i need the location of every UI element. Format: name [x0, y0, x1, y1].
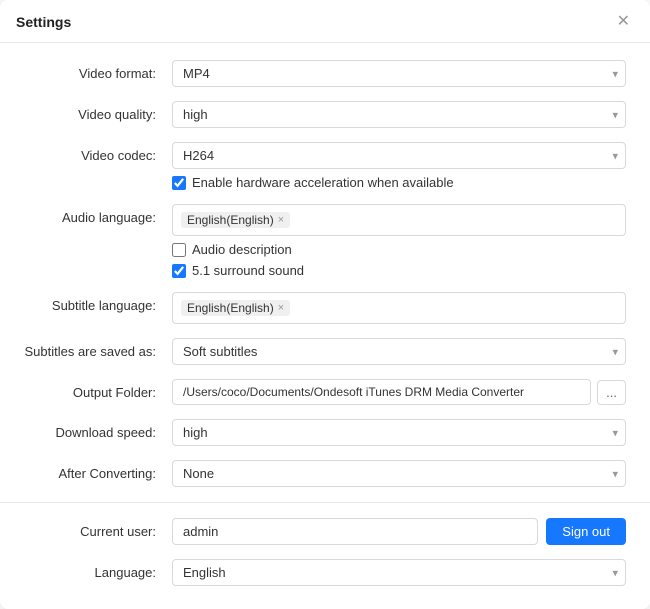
subtitles-saved-as-select[interactable]: Soft subtitles Hard subtitles None [172, 338, 626, 365]
download-speed-select-wrapper: high medium low ▾ [172, 419, 626, 446]
current-user-label: Current user: [24, 518, 172, 539]
video-format-row: Video format: MP4 MKV AVI MOV ▾ [0, 53, 650, 94]
download-speed-row: Download speed: high medium low ▾ [0, 412, 650, 453]
audio-language-control: English(English) × Audio description 5.1… [172, 204, 626, 278]
audio-language-tag-input[interactable]: English(English) × [172, 204, 626, 236]
subtitle-language-tag: English(English) × [181, 300, 290, 316]
video-quality-control: high medium low ▾ [172, 101, 626, 128]
subtitle-language-row: Subtitle language: English(English) × [0, 285, 650, 331]
after-converting-select[interactable]: None Open folder Shut down [172, 460, 626, 487]
video-codec-label: Video codec: [24, 142, 172, 163]
video-codec-control: H264 H265 AV1 ▾ Enable hardware accelera… [172, 142, 626, 190]
settings-window: Settings ✕ Video format: MP4 MKV AVI MOV… [0, 0, 650, 609]
audio-description-label[interactable]: Audio description [192, 242, 292, 257]
after-converting-select-wrapper: None Open folder Shut down ▾ [172, 460, 626, 487]
video-format-label: Video format: [24, 60, 172, 81]
subtitles-saved-as-label: Subtitles are saved as: [24, 338, 172, 359]
video-codec-select[interactable]: H264 H265 AV1 [172, 142, 626, 169]
video-format-select[interactable]: MP4 MKV AVI MOV [172, 60, 626, 87]
audio-language-tag-text: English(English) [187, 213, 274, 227]
subtitle-language-control: English(English) × [172, 292, 626, 324]
audio-language-tag: English(English) × [181, 212, 290, 228]
surround-sound-checkbox[interactable] [172, 264, 186, 278]
download-speed-select[interactable]: high medium low [172, 419, 626, 446]
hw-acceleration-checkbox[interactable] [172, 176, 186, 190]
settings-content: Video format: MP4 MKV AVI MOV ▾ Video qu… [0, 43, 650, 609]
output-folder-label: Output Folder: [24, 379, 172, 400]
current-user-row: Current user: Sign out [0, 511, 650, 552]
after-converting-label: After Converting: [24, 460, 172, 481]
after-converting-row: After Converting: None Open folder Shut … [0, 453, 650, 494]
download-speed-control: high medium low ▾ [172, 419, 626, 446]
subtitle-language-tag-text: English(English) [187, 301, 274, 315]
window-title: Settings [16, 14, 71, 30]
after-converting-control: None Open folder Shut down ▾ [172, 460, 626, 487]
language-label: Language: [24, 559, 172, 580]
surround-sound-label[interactable]: 5.1 surround sound [192, 263, 304, 278]
output-folder-control: ... [172, 379, 626, 405]
title-bar: Settings ✕ [0, 0, 650, 43]
audio-description-row: Audio description [172, 242, 626, 257]
subtitles-saved-as-row: Subtitles are saved as: Soft subtitles H… [0, 331, 650, 372]
subtitle-language-tag-close-icon[interactable]: × [278, 303, 284, 314]
audio-description-checkbox[interactable] [172, 243, 186, 257]
close-button[interactable]: ✕ [613, 12, 634, 32]
video-quality-row: Video quality: high medium low ▾ [0, 94, 650, 135]
subtitle-language-label: Subtitle language: [24, 292, 172, 313]
video-quality-select[interactable]: high medium low [172, 101, 626, 128]
current-user-input-row: Sign out [172, 518, 626, 545]
subtitles-saved-as-select-wrapper: Soft subtitles Hard subtitles None ▾ [172, 338, 626, 365]
surround-sound-row: 5.1 surround sound [172, 263, 626, 278]
audio-language-tag-close-icon[interactable]: × [278, 215, 284, 226]
audio-language-row: Audio language: English(English) × Audio… [0, 197, 650, 285]
output-folder-input-row: ... [172, 379, 626, 405]
video-quality-label: Video quality: [24, 101, 172, 122]
download-speed-label: Download speed: [24, 419, 172, 440]
output-folder-input[interactable] [172, 379, 591, 405]
output-folder-browse-button[interactable]: ... [597, 380, 626, 405]
video-quality-select-wrapper: high medium low ▾ [172, 101, 626, 128]
video-codec-row: Video codec: H264 H265 AV1 ▾ Enable hard… [0, 135, 650, 197]
subtitles-saved-as-control: Soft subtitles Hard subtitles None ▾ [172, 338, 626, 365]
video-format-select-wrapper: MP4 MKV AVI MOV ▾ [172, 60, 626, 87]
video-format-control: MP4 MKV AVI MOV ▾ [172, 60, 626, 87]
subtitle-language-tag-input[interactable]: English(English) × [172, 292, 626, 324]
divider [0, 502, 650, 503]
hw-acceleration-row: Enable hardware acceleration when availa… [172, 175, 626, 190]
sign-out-button[interactable]: Sign out [546, 518, 626, 545]
current-user-control: Sign out [172, 518, 626, 545]
audio-language-label: Audio language: [24, 204, 172, 225]
video-codec-select-wrapper: H264 H265 AV1 ▾ [172, 142, 626, 169]
current-user-input[interactable] [172, 518, 538, 545]
hw-acceleration-label[interactable]: Enable hardware acceleration when availa… [192, 175, 454, 190]
output-folder-row: Output Folder: ... [0, 372, 650, 412]
